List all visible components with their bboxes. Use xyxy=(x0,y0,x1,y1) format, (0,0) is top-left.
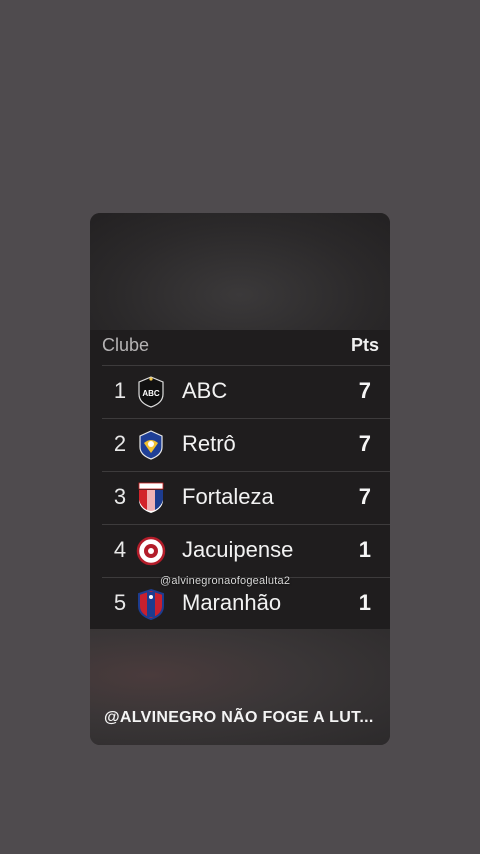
table-row: 1 ABC ABC 7 xyxy=(102,365,390,418)
column-header-club: Clube xyxy=(102,335,150,355)
position: 5 xyxy=(113,590,127,615)
club-points: 1 xyxy=(358,537,371,562)
position: 2 xyxy=(113,431,127,456)
maranhao-crest-icon xyxy=(138,588,164,620)
table-row: 3 Fortaleza 7 xyxy=(102,471,390,524)
caption-text: @ALVINEGRO NÃO FOGE A LUT... xyxy=(104,709,374,726)
position: 3 xyxy=(113,484,127,509)
fortaleza-crest-icon xyxy=(138,482,164,513)
club-points: 7 xyxy=(358,431,371,456)
table-row: 2 Retrô 7 xyxy=(102,418,390,471)
club-name: Maranhão xyxy=(182,590,282,615)
abc-crest-icon: ABC xyxy=(138,376,164,408)
club-points: 1 xyxy=(358,590,371,615)
jacuipense-crest-icon xyxy=(136,536,166,566)
blurred-bottom-area: @ALVINEGRO NÃO FOGE A LUT... xyxy=(90,629,390,745)
table-header: Clube Pts xyxy=(90,330,390,365)
blurred-top-area xyxy=(90,213,390,330)
club-points: 7 xyxy=(358,378,371,403)
watermark: @alvinegronaofogealuta2 xyxy=(160,575,291,587)
svg-text:ABC: ABC xyxy=(142,389,160,398)
club-name: Fortaleza xyxy=(182,484,274,509)
club-points: 7 xyxy=(358,484,371,509)
club-name: ABC xyxy=(182,378,228,403)
retro-crest-icon xyxy=(139,430,163,460)
club-name: Retrô xyxy=(182,431,236,456)
table-row: 4 Jacuipense 1 xyxy=(102,524,390,577)
story-card: Clube Pts 1 ABC ABC 7 2 Retrô 7 3 Fortal… xyxy=(90,213,390,745)
position: 4 xyxy=(113,537,127,562)
club-name: Jacuipense xyxy=(182,537,294,562)
position: 1 xyxy=(113,378,127,403)
column-header-points: Pts xyxy=(350,335,379,355)
